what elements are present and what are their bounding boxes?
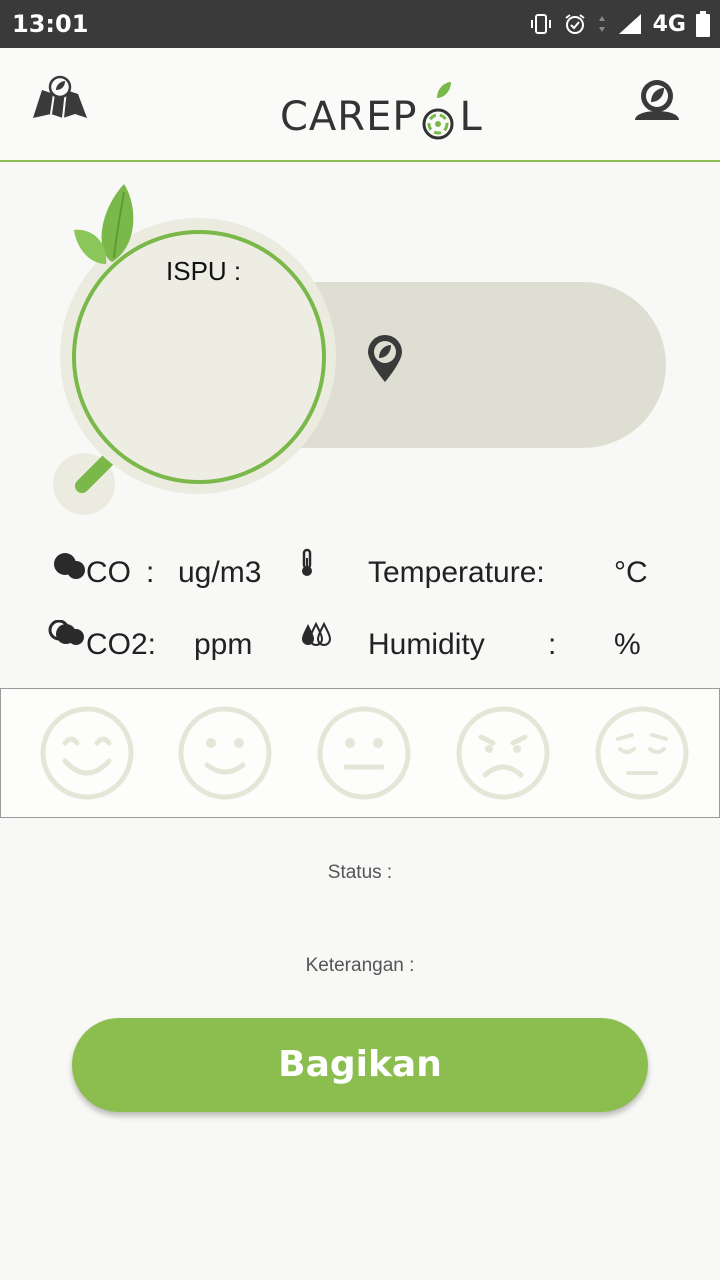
very-happy-face-icon <box>40 706 134 800</box>
vibrate-icon <box>530 14 551 34</box>
neutral-face-icon <box>317 706 411 800</box>
logo-text-right: L <box>459 94 483 140</box>
thermometer-icon <box>302 548 312 576</box>
temperature-label: Temperature: <box>368 556 545 589</box>
data-arrows-icon <box>598 16 605 32</box>
status-time: 13:01 <box>12 10 89 38</box>
happy-face-icon <box>178 706 272 800</box>
signal-icon <box>618 14 641 34</box>
humidity-label: Humidity <box>368 628 485 661</box>
status-label: Status : <box>327 862 393 883</box>
location-pin-leaf-icon[interactable] <box>366 334 404 384</box>
humidity-separator: : <box>548 628 557 661</box>
co-separator: : <box>146 556 155 589</box>
app-bar: CAREP L <box>0 48 720 162</box>
alarm-icon <box>565 14 585 34</box>
sad-face-icon <box>456 706 550 800</box>
leaf-icon <box>74 184 134 264</box>
ispu-label: ISPU : <box>166 256 242 286</box>
description-label: Keterangan : <box>305 955 415 976</box>
co-label: CO <box>86 556 131 589</box>
logo-o-leaf-icon <box>419 82 457 140</box>
co2-cloud-icon <box>48 620 84 645</box>
map-leaf-icon[interactable] <box>30 74 90 124</box>
air-quality-faces <box>0 688 720 818</box>
co-cloud-icon <box>54 553 85 579</box>
battery-icon <box>696 11 710 37</box>
co-unit: ug/m3 <box>178 556 262 589</box>
network-type: 4G <box>652 11 686 37</box>
profile-leaf-icon[interactable] <box>632 76 682 126</box>
humidity-drops-icon <box>302 621 332 646</box>
logo-text-left: CAREP <box>280 94 418 140</box>
status-bar: 13:01 4G <box>0 0 720 48</box>
humidity-unit: % <box>614 628 641 661</box>
co2-label: CO2: <box>86 628 157 661</box>
status-icons: 4G <box>529 8 710 40</box>
co2-unit: ppm <box>194 628 253 661</box>
temperature-unit: °C <box>614 556 648 589</box>
sick-face-icon <box>595 706 689 800</box>
share-button[interactable]: Bagikan <box>72 1018 648 1112</box>
app-logo: CAREP L <box>280 82 483 140</box>
